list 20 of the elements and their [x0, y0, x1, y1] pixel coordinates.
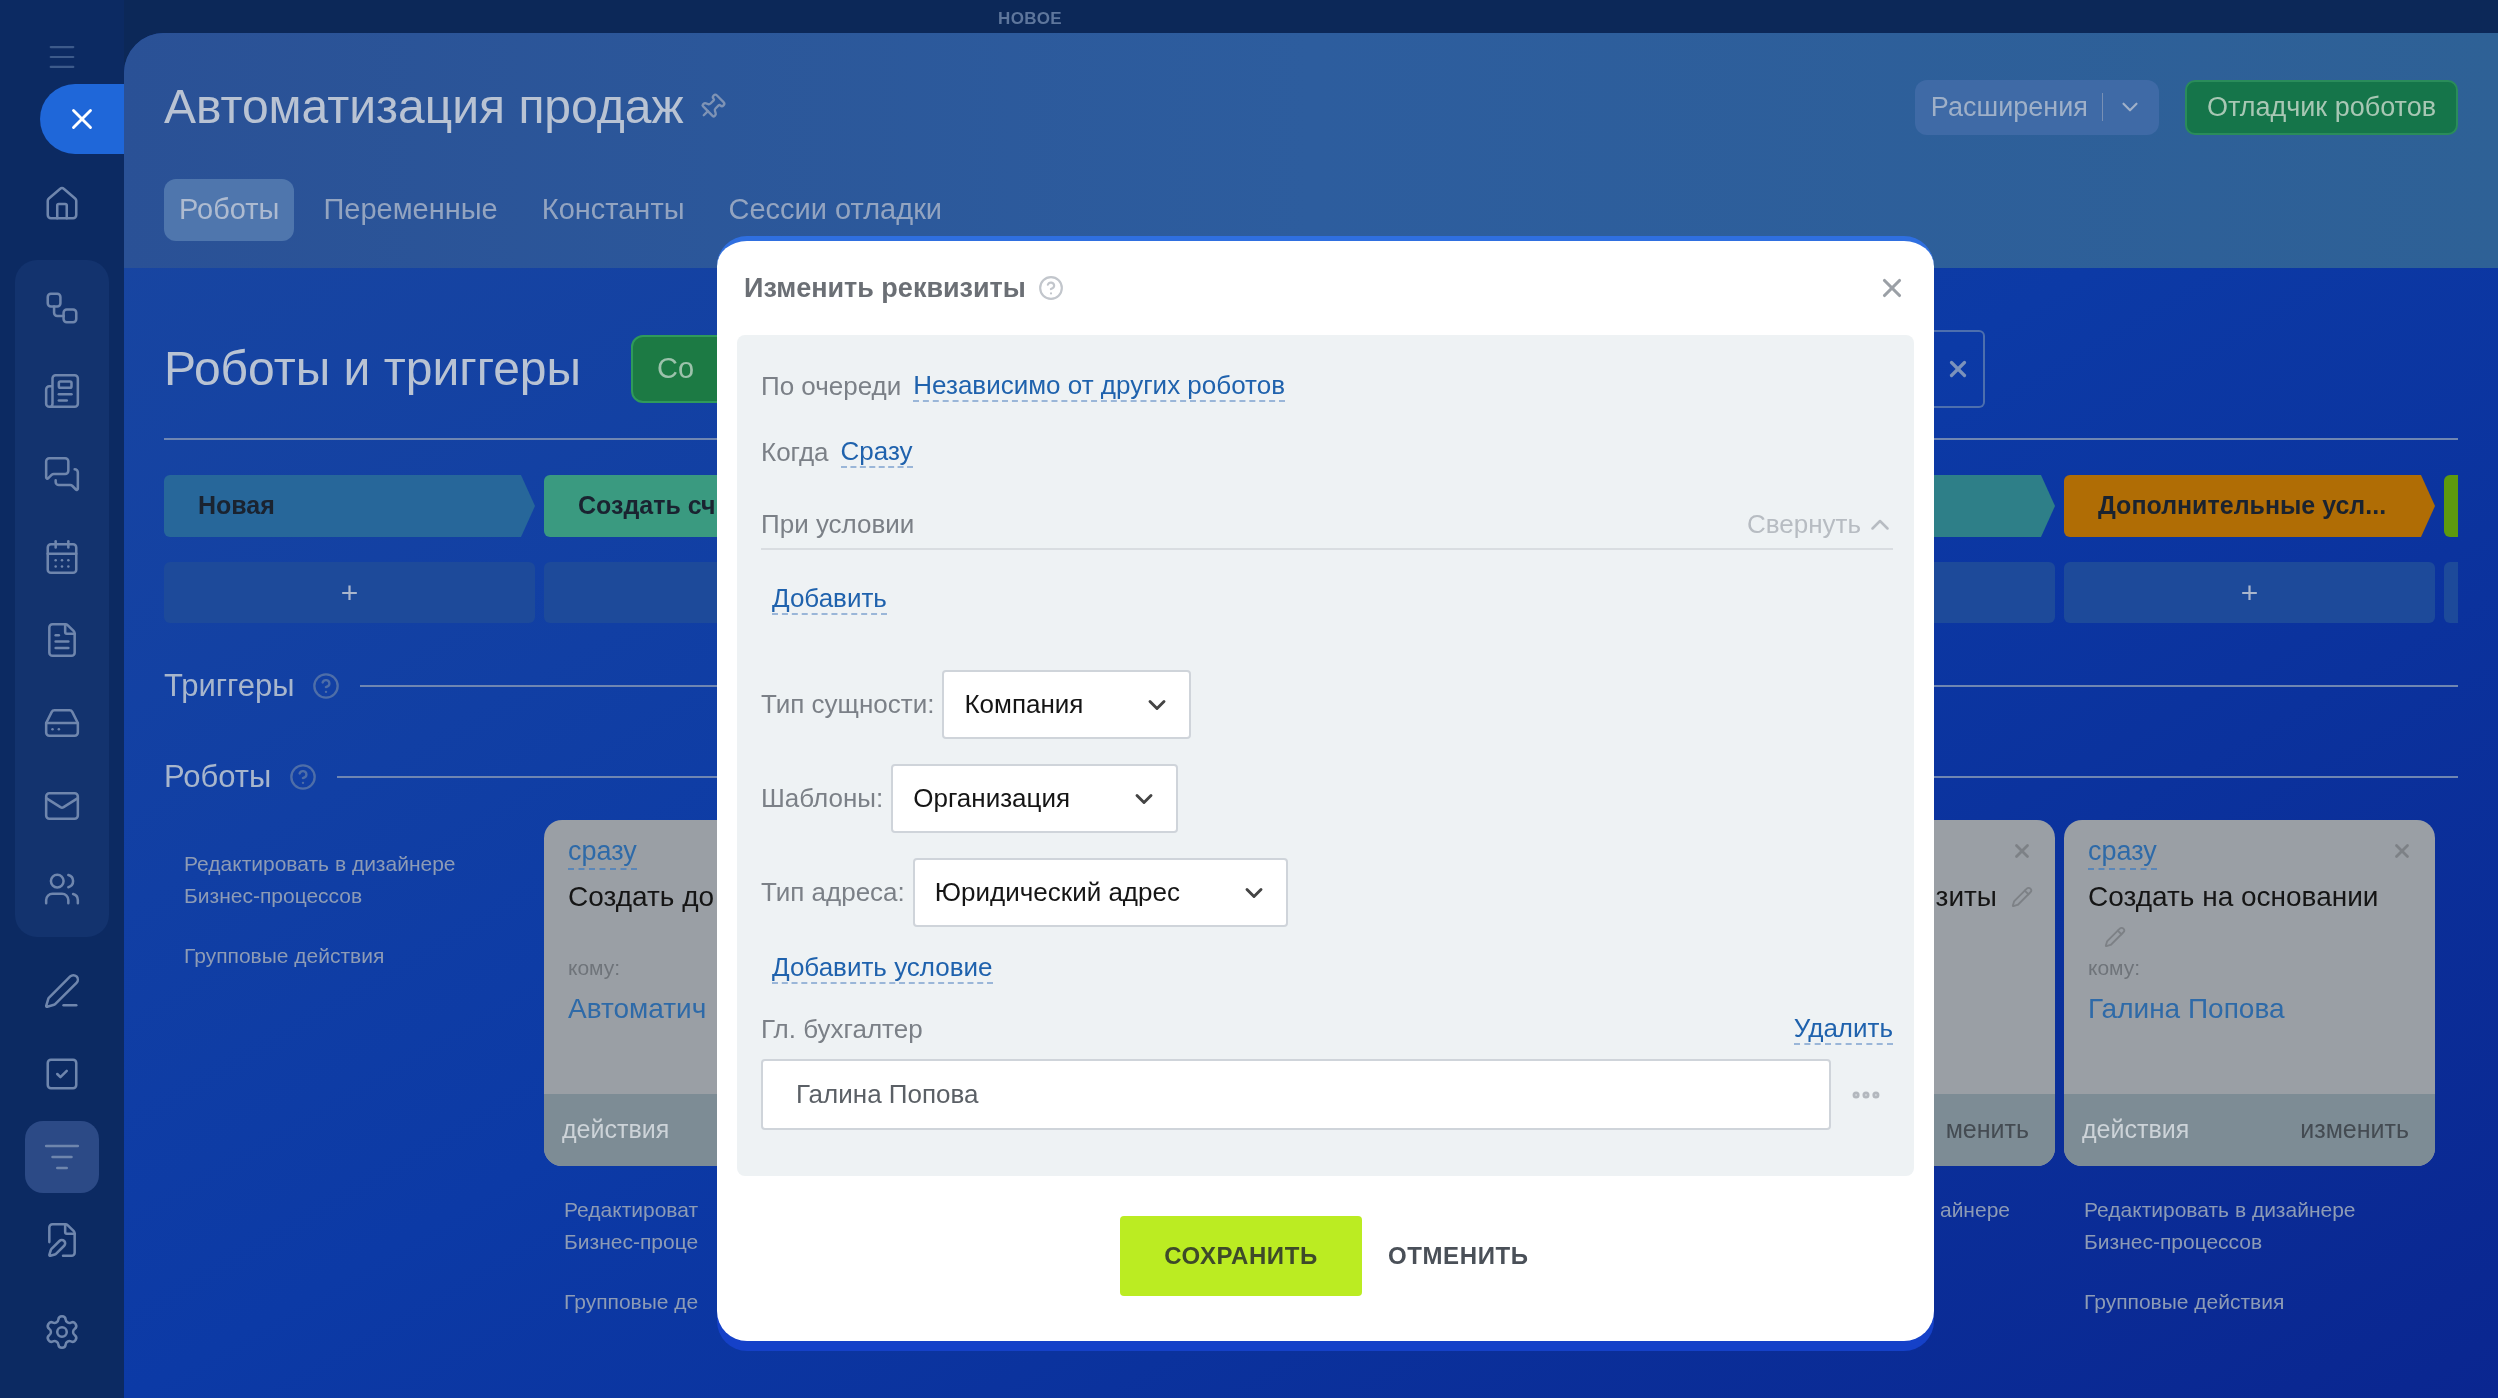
robot-name: Создать до: [568, 880, 715, 914]
robot-name: зиты: [1935, 880, 1997, 914]
section-title: Роботы и триггеры: [164, 341, 582, 397]
recipient-name: Автоматич: [568, 991, 707, 1026]
select-label: Тип сущности:: [761, 688, 935, 721]
field-label: Гл. бухгалтер: [761, 1012, 923, 1046]
select-label: Шаблоны:: [761, 782, 884, 815]
triggers-title: Триггеры: [164, 666, 295, 705]
robots-title: Роботы: [164, 757, 272, 796]
actions-label: действия: [2082, 1114, 2190, 1146]
dialog-title: Изменить реквизиты: [744, 271, 1026, 305]
when-label: Когда: [761, 435, 829, 469]
robot-name: Создать на основании: [2088, 880, 2379, 914]
queue-label: По очереди: [761, 369, 902, 403]
actions-label: действия: [562, 1114, 670, 1146]
recipient-name: Галина Попова: [2088, 991, 2285, 1026]
page-title: Автоматизация продаж: [164, 79, 684, 135]
top-label: НОВОЕ: [998, 8, 1063, 30]
select-label: Тип адреса:: [761, 876, 905, 909]
condition-label: При условии: [761, 508, 915, 541]
